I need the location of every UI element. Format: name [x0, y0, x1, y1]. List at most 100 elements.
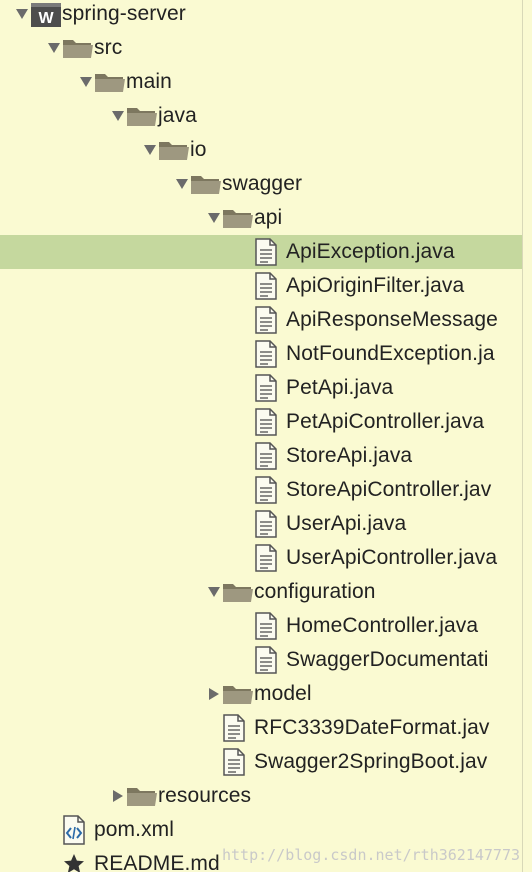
expand-arrow-icon[interactable] — [110, 99, 126, 133]
arrow-placeholder — [238, 507, 254, 541]
arrow-placeholder — [206, 745, 222, 779]
tree-row[interactable]: UserApiController.java — [0, 541, 522, 575]
collapse-arrow-icon[interactable] — [110, 779, 126, 813]
tree-item-label: SwaggerDocumentati — [286, 648, 489, 671]
tree-row[interactable]: pom.xml — [0, 813, 522, 847]
tree-item-label: resources — [158, 784, 252, 807]
collapse-arrow-icon[interactable] — [206, 677, 222, 711]
file-icon — [254, 507, 286, 541]
tree-item-label: src — [94, 36, 123, 59]
tree-row[interactable]: api — [0, 201, 522, 235]
arrow-placeholder — [238, 473, 254, 507]
vertical-scrollbar[interactable] — [522, 0, 532, 872]
tree-item-label: model — [254, 682, 312, 705]
tree-item-label: RFC3339DateFormat.jav — [254, 716, 490, 739]
tree-row[interactable]: StoreApiController.jav — [0, 473, 522, 507]
file-icon — [254, 473, 286, 507]
tree-item-label: HomeController.java — [286, 614, 479, 637]
tree-item-label: configuration — [254, 580, 376, 603]
expand-arrow-icon[interactable] — [206, 201, 222, 235]
tree-item-label: io — [190, 138, 207, 161]
arrow-placeholder — [238, 541, 254, 575]
folder-icon — [222, 201, 254, 235]
tree-row[interactable]: model — [0, 677, 522, 711]
file-icon — [254, 609, 286, 643]
tree-item-label: StoreApiController.jav — [286, 478, 492, 501]
tree-row[interactable]: java — [0, 99, 522, 133]
tree-item-label: ApiResponseMessage — [286, 308, 498, 331]
file-icon — [222, 711, 254, 745]
tree-item-label: ApiException.java — [286, 240, 455, 263]
file-icon — [222, 745, 254, 779]
tree-row[interactable]: src — [0, 31, 522, 65]
folder-icon — [94, 65, 126, 99]
tree-item-label: NotFoundException.ja — [286, 342, 495, 365]
tree-item-label: PetApi.java — [286, 376, 394, 399]
file-icon — [254, 643, 286, 677]
tree-row[interactable]: SwaggerDocumentati — [0, 643, 522, 677]
expand-arrow-icon[interactable] — [14, 0, 30, 31]
tree-row[interactable]: Swagger2SpringBoot.jav — [0, 745, 522, 779]
arrow-placeholder — [206, 711, 222, 745]
tree-row[interactable]: UserApi.java — [0, 507, 522, 541]
arrow-placeholder — [46, 813, 62, 847]
tree-row[interactable]: StoreApi.java — [0, 439, 522, 473]
arrow-placeholder — [238, 235, 254, 269]
arrow-placeholder — [238, 439, 254, 473]
tree-row[interactable]: HomeController.java — [0, 609, 522, 643]
file-icon — [254, 303, 286, 337]
arrow-placeholder — [238, 303, 254, 337]
tree-row[interactable]: W spring-server — [0, 0, 522, 31]
file-icon — [254, 337, 286, 371]
folder-icon — [62, 31, 94, 65]
folder-icon — [222, 677, 254, 711]
expand-arrow-icon[interactable] — [206, 575, 222, 609]
tree-item-label: java — [158, 104, 197, 127]
arrow-placeholder — [46, 847, 62, 872]
tree-item-label: UserApiController.java — [286, 546, 498, 569]
tree-item-label: Swagger2SpringBoot.jav — [254, 750, 488, 773]
arrow-placeholder — [238, 609, 254, 643]
tree-row[interactable]: main — [0, 65, 522, 99]
tree-row[interactable]: configuration — [0, 575, 522, 609]
arrow-placeholder — [238, 371, 254, 405]
folder-icon — [222, 575, 254, 609]
tree-row[interactable]: io — [0, 133, 522, 167]
tree-item-label: README.md — [94, 852, 220, 872]
arrow-placeholder — [238, 269, 254, 303]
tree-item-label: swagger — [222, 172, 303, 195]
expand-arrow-icon[interactable] — [78, 65, 94, 99]
project-tree: W spring-server src main java io swagger… — [0, 0, 522, 872]
file-icon — [254, 541, 286, 575]
tree-row[interactable]: PetApiController.java — [0, 405, 522, 439]
expand-arrow-icon[interactable] — [174, 167, 190, 201]
file-icon — [254, 269, 286, 303]
tree-row[interactable]: NotFoundException.ja — [0, 337, 522, 371]
folder-icon — [126, 99, 158, 133]
expand-arrow-icon[interactable] — [46, 31, 62, 65]
tree-row[interactable]: resources — [0, 779, 522, 813]
tree-row[interactable]: ApiException.java — [0, 235, 522, 269]
tree-row[interactable]: ApiResponseMessage — [0, 303, 522, 337]
tree-item-label: PetApiController.java — [286, 410, 485, 433]
module-icon: W — [30, 0, 62, 31]
tree-row[interactable]: swagger — [0, 167, 522, 201]
tree-row[interactable]: RFC3339DateFormat.jav — [0, 711, 522, 745]
folder-icon — [158, 133, 190, 167]
tree-item-label: spring-server — [62, 2, 186, 25]
tree-item-label: main — [126, 70, 172, 93]
arrow-placeholder — [238, 405, 254, 439]
watermark: http://blog.csdn.net/rth362147773 — [221, 846, 520, 864]
tree-item-label: api — [254, 206, 283, 229]
tree-row[interactable]: ApiOriginFilter.java — [0, 269, 522, 303]
tree-item-label: UserApi.java — [286, 512, 407, 535]
tree-item-label: pom.xml — [94, 818, 175, 841]
file-icon — [254, 439, 286, 473]
file-icon — [254, 235, 286, 269]
expand-arrow-icon[interactable] — [142, 133, 158, 167]
folder-icon — [190, 167, 222, 201]
file-icon — [254, 371, 286, 405]
tree-row[interactable]: PetApi.java — [0, 371, 522, 405]
arrow-placeholder — [238, 643, 254, 677]
tree-item-label: StoreApi.java — [286, 444, 413, 467]
